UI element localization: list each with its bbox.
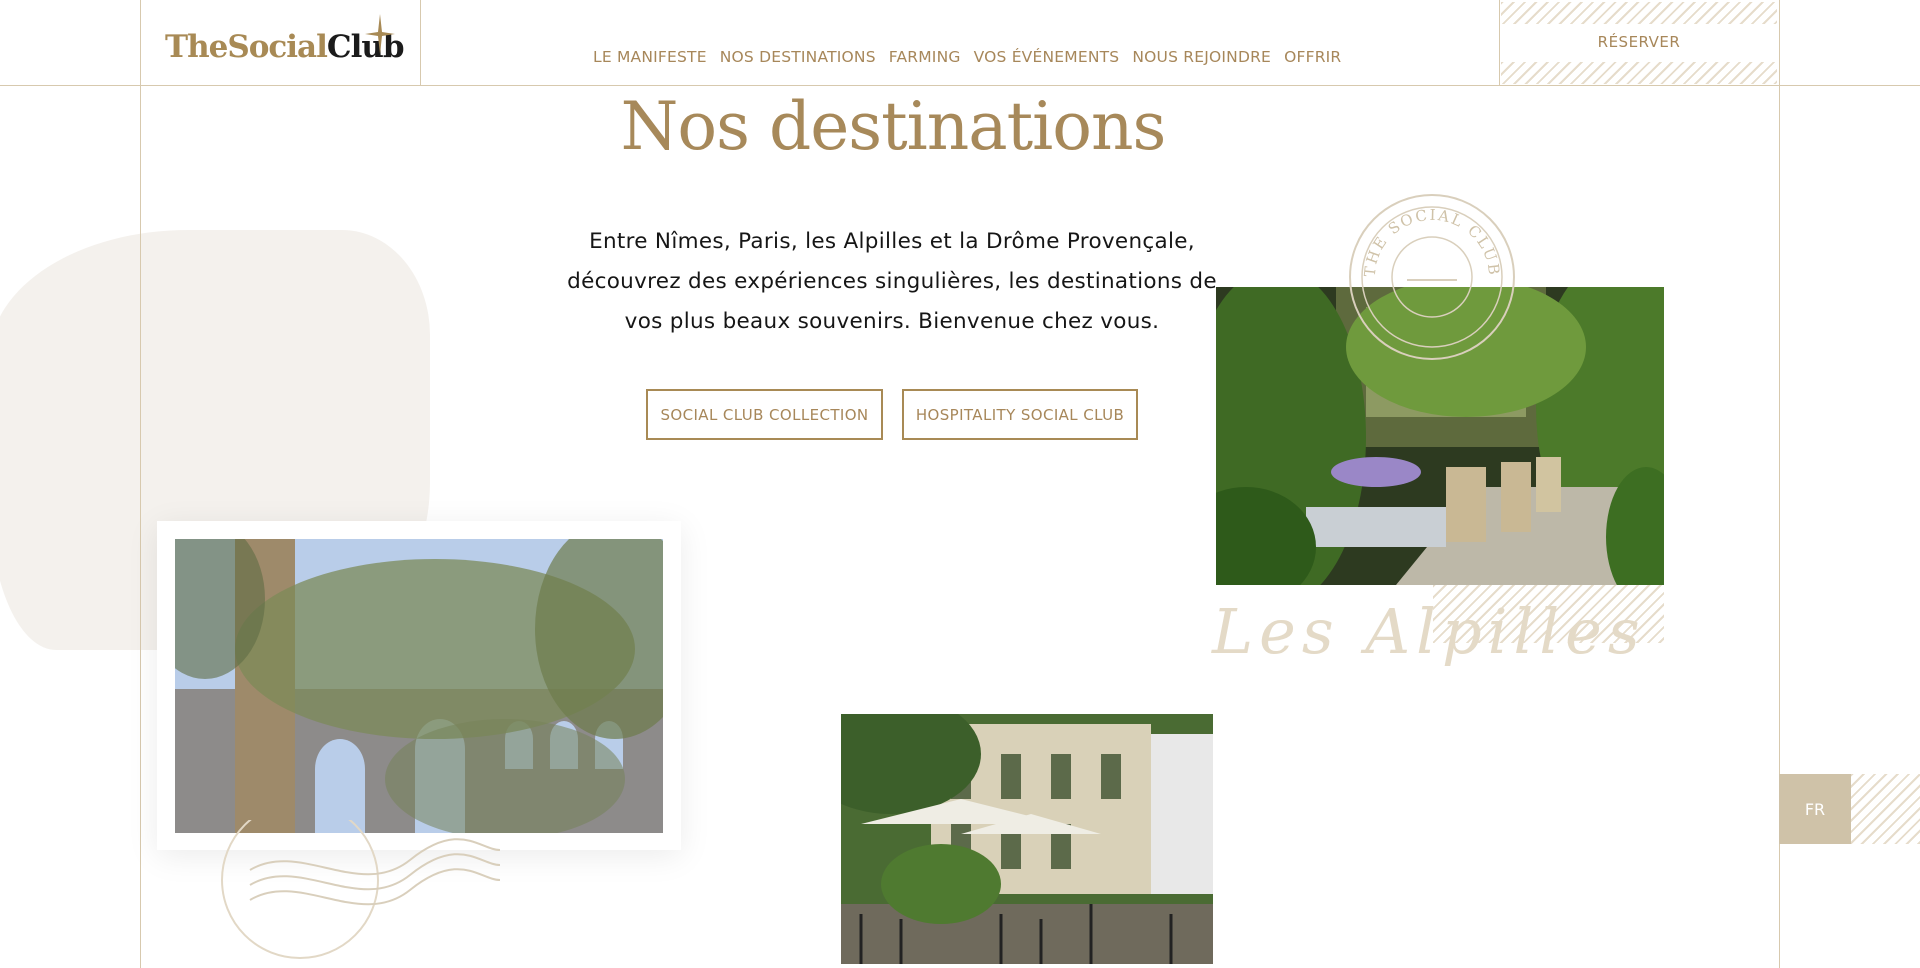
intro-text: Entre Nîmes, Paris, les Alpilles et la D…	[567, 229, 1217, 334]
social-club-collection-button[interactable]: SOCIAL CLUB COLLECTION	[646, 389, 883, 440]
nav-item-evenements[interactable]: VOS ÉVÉNEMENTS	[974, 48, 1120, 66]
hotel-terrace-photo[interactable]	[841, 714, 1213, 964]
svg-text:THE SOCIAL CLUB: THE SOCIAL CLUB	[1361, 206, 1504, 278]
reserve-area: RÉSERVER	[1499, 0, 1779, 85]
stripe-decoration	[1501, 2, 1777, 24]
main-nav: LE MANIFESTE NOS DESTINATIONS FARMING VO…	[593, 48, 1354, 66]
hospitality-social-club-button[interactable]: HOSPITALITY SOCIAL CLUB	[902, 389, 1138, 440]
nav-item-manifeste[interactable]: LE MANIFESTE	[593, 48, 707, 66]
postmark-wave-decoration	[221, 820, 501, 959]
olive-aqueduct-image	[175, 539, 663, 833]
nav-item-destinations[interactable]: NOS DESTINATIONS	[720, 48, 876, 66]
reserve-button[interactable]: RÉSERVER	[1499, 24, 1779, 60]
stripe-decoration	[1851, 774, 1920, 844]
language-switcher[interactable]: FR	[1779, 774, 1851, 844]
page-title: Nos destinations	[620, 88, 1167, 165]
header-divider-logo	[420, 0, 421, 85]
nav-item-offrir[interactable]: OFFRIR	[1284, 48, 1341, 66]
les-alpilles-script: Les Alpilles	[1212, 595, 1646, 668]
olive-tree-photo[interactable]	[175, 539, 663, 833]
nav-item-rejoindre[interactable]: NOUS REJOINDRE	[1132, 48, 1271, 66]
stripe-decoration	[1501, 62, 1777, 84]
header-bottom-line	[0, 85, 1920, 86]
nav-item-farming[interactable]: FARMING	[889, 48, 961, 66]
sparkle-icon	[365, 14, 395, 54]
social-club-stamp: THE SOCIAL CLUB	[1349, 194, 1515, 360]
hotel-image	[841, 714, 1213, 964]
